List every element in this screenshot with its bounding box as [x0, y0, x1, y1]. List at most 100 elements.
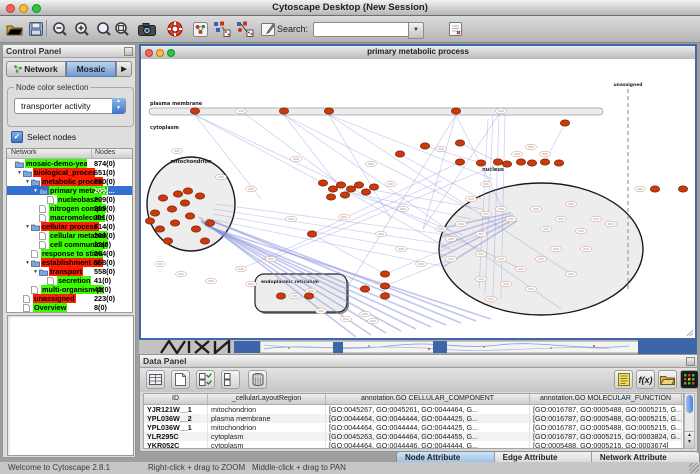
- tree-row[interactable]: ▼transport558(0): [7, 267, 132, 276]
- selected-gene-node[interactable]: [369, 184, 378, 190]
- tree-col-nodes[interactable]: Nodes: [95, 149, 115, 156]
- table-row[interactable]: YLR295Ccytoplasm[GO:0045263, GO:0044464,…: [144, 432, 683, 441]
- selected-gene-node[interactable]: [560, 120, 569, 126]
- tree-row[interactable]: unassigned223(0): [7, 294, 132, 303]
- column-header[interactable]: _cellularLayoutRegion: [208, 394, 326, 404]
- selected-gene-node[interactable]: [451, 108, 460, 114]
- mitochondrion-region[interactable]: [147, 157, 235, 251]
- selected-gene-node[interactable]: [380, 271, 389, 277]
- selected-gene-node[interactable]: [493, 159, 502, 165]
- attribute-list-icon[interactable]: [614, 370, 633, 389]
- selected-gene-node[interactable]: [163, 238, 172, 244]
- help-ring-icon[interactable]: [165, 19, 185, 39]
- layout-edges-icon[interactable]: [235, 19, 255, 39]
- tree-row[interactable]: mosaic-demo-yeast874(0): [7, 159, 132, 168]
- column-header[interactable]: annotation.GO CELLULAR_COMPONENT: [326, 394, 530, 404]
- tree-col-network[interactable]: Network: [11, 149, 37, 156]
- selected-gene-node[interactable]: [180, 200, 189, 206]
- tab-network[interactable]: Network: [6, 61, 66, 77]
- selected-gene-node[interactable]: [318, 180, 327, 186]
- selected-gene-node[interactable]: [205, 220, 214, 226]
- tree-row[interactable]: ▼primary metabol209(...: [7, 186, 132, 195]
- selected-gene-node[interactable]: [195, 193, 204, 199]
- selected-gene-node[interactable]: [328, 186, 337, 192]
- tree-col-divider[interactable]: [91, 149, 92, 158]
- snapshot-icon[interactable]: [137, 19, 157, 39]
- expander-icon[interactable]: ▼: [32, 188, 39, 194]
- select-nodes-checkbox[interactable]: ✓: [11, 131, 23, 143]
- zoom-out-icon[interactable]: [50, 19, 70, 39]
- table-row[interactable]: YPL036W__1mitochondrion[GO:0044464, GO:0…: [144, 423, 683, 432]
- scrollbar-thumb[interactable]: [686, 395, 693, 413]
- tree-row[interactable]: macromolecule311(0): [7, 213, 132, 222]
- search-dropdown-arrow[interactable]: ▼: [408, 22, 424, 39]
- tree-row[interactable]: cellular metabol209(0): [7, 231, 132, 240]
- selected-gene-node[interactable]: [420, 143, 429, 149]
- selected-gene-node[interactable]: [158, 195, 167, 201]
- selected-gene-node[interactable]: [678, 186, 687, 192]
- selected-gene-node[interactable]: [191, 226, 200, 232]
- selected-gene-node[interactable]: [455, 140, 464, 146]
- selected-gene-node[interactable]: [276, 293, 285, 299]
- expander-icon[interactable]: ▼: [16, 170, 23, 176]
- selected-gene-node[interactable]: [304, 293, 313, 299]
- network-graph[interactable]: plasma membranecytoplasmmitochondrionnuc…: [141, 59, 695, 338]
- layout-nodes-icon[interactable]: [212, 19, 232, 39]
- selected-gene-node[interactable]: [380, 283, 389, 289]
- selected-gene-node[interactable]: [527, 160, 536, 166]
- selected-gene-node[interactable]: [476, 160, 485, 166]
- tree-row[interactable]: ▼metabolic process280(0): [7, 177, 132, 186]
- expander-icon[interactable]: ▼: [24, 224, 31, 230]
- float-panel-icon[interactable]: [686, 357, 695, 366]
- selected-gene-node[interactable]: [167, 206, 176, 212]
- formula-builder-icon[interactable]: f(x): [636, 370, 655, 389]
- tree-row[interactable]: response to stimulu264(0): [7, 249, 132, 258]
- tree-row[interactable]: ▼establishment of lo558(0): [7, 258, 132, 267]
- tree-row[interactable]: nitrogen compo209(0): [7, 204, 132, 213]
- selected-gene-node[interactable]: [145, 218, 154, 224]
- canvas-resize-grip[interactable]: [687, 330, 693, 336]
- selected-gene-node[interactable]: [380, 293, 389, 299]
- selected-gene-node[interactable]: [200, 238, 209, 244]
- search-index-icon[interactable]: [446, 19, 466, 39]
- column-header[interactable]: ID: [144, 394, 208, 404]
- selected-gene-node[interactable]: [173, 191, 182, 197]
- float-panel-icon[interactable]: [124, 47, 133, 56]
- select-attributes-icon[interactable]: [196, 370, 215, 389]
- column-header[interactable]: annotation.GO MOLECULAR_FUNCTION: [530, 394, 682, 404]
- zoom-in-icon[interactable]: [72, 19, 92, 39]
- tree-row[interactable]: cell communicat22(0): [7, 240, 132, 249]
- selected-gene-node[interactable]: [340, 192, 349, 198]
- selected-gene-node[interactable]: [360, 286, 369, 292]
- import-attributes-icon[interactable]: [658, 370, 677, 389]
- plasma-membrane-region[interactable]: [149, 108, 603, 115]
- selected-gene-node[interactable]: [326, 194, 335, 200]
- birds-eye-view[interactable]: [7, 315, 134, 456]
- tree-row[interactable]: secretion41(0): [7, 276, 132, 285]
- selected-gene-node[interactable]: [150, 210, 159, 216]
- selected-gene-node[interactable]: [155, 226, 164, 232]
- selected-gene-node[interactable]: [307, 231, 316, 237]
- selected-gene-node[interactable]: [336, 182, 345, 188]
- tab-overflow-arrow[interactable]: ▶: [116, 61, 132, 77]
- resize-grip[interactable]: [689, 463, 699, 473]
- matrix-view-icon[interactable]: [680, 370, 699, 389]
- tree-row[interactable]: Overview8(0): [7, 303, 132, 312]
- selected-gene-node[interactable]: [185, 213, 194, 219]
- tree-row[interactable]: multi-organism pro42(0): [7, 285, 132, 294]
- selected-gene-node[interactable]: [650, 186, 659, 192]
- zoom-selected-icon[interactable]: [94, 19, 114, 39]
- selected-gene-node[interactable]: [324, 108, 333, 114]
- delete-attribute-icon[interactable]: [248, 370, 267, 389]
- node-color-select[interactable]: transporter activity ▲▼: [14, 98, 126, 114]
- selected-gene-node[interactable]: [455, 159, 464, 165]
- selected-gene-node[interactable]: [354, 182, 363, 188]
- tree-row[interactable]: nucleobase-209(0): [7, 195, 132, 204]
- selected-gene-node[interactable]: [395, 151, 404, 157]
- tree-row[interactable]: ▼cellular process614(0): [7, 222, 132, 231]
- search-input[interactable]: [313, 22, 413, 37]
- new-attribute-icon[interactable]: [171, 370, 190, 389]
- selected-gene-node[interactable]: [516, 159, 525, 165]
- tab-mosaic[interactable]: Mosaic: [66, 61, 116, 77]
- expander-icon[interactable]: ▼: [24, 179, 31, 185]
